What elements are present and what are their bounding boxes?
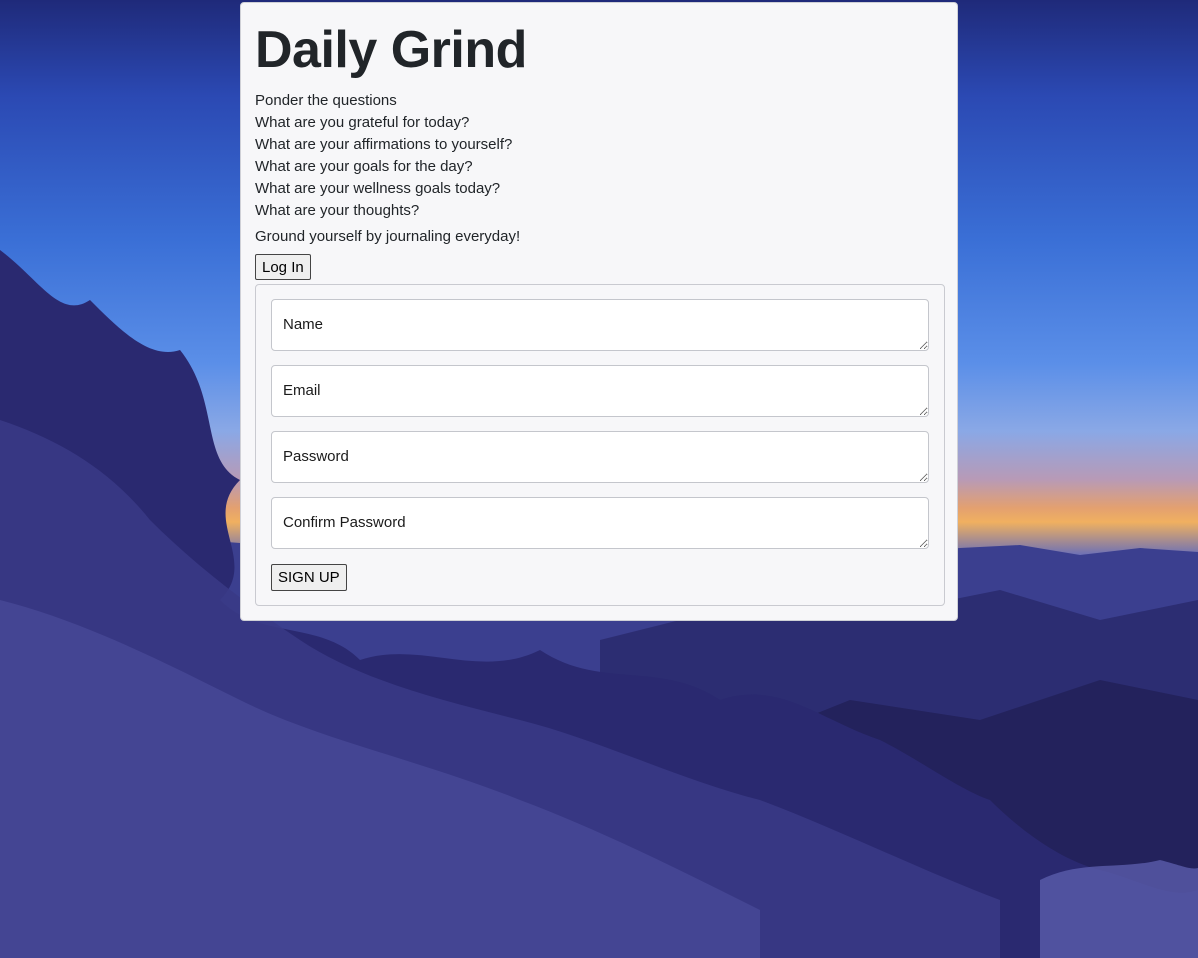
confirm-password-field[interactable] bbox=[271, 497, 929, 549]
question-item: What are your wellness goals today? bbox=[255, 180, 501, 197]
question-item: What are your thoughts? bbox=[255, 202, 420, 219]
signup-form: SIGN UP bbox=[255, 284, 945, 606]
question-item: What are your goals for the day? bbox=[255, 158, 473, 175]
question-item: What are you grateful for today? bbox=[255, 114, 470, 131]
question-list: What are you grateful for today? What ar… bbox=[255, 112, 943, 222]
question-item: What are your affirmations to yourself? bbox=[255, 136, 513, 153]
tagline: Ground yourself by journaling everyday! bbox=[255, 228, 521, 245]
name-field[interactable] bbox=[271, 299, 929, 351]
signup-button[interactable]: SIGN UP bbox=[271, 564, 347, 591]
email-field[interactable] bbox=[271, 365, 929, 417]
password-field[interactable] bbox=[271, 431, 929, 483]
intro-card: Daily Grind Ponder the questions What ar… bbox=[240, 2, 958, 621]
page-title: Daily Grind bbox=[255, 21, 527, 79]
login-button[interactable]: Log In bbox=[255, 254, 311, 280]
subtitle: Ponder the questions bbox=[255, 92, 397, 109]
